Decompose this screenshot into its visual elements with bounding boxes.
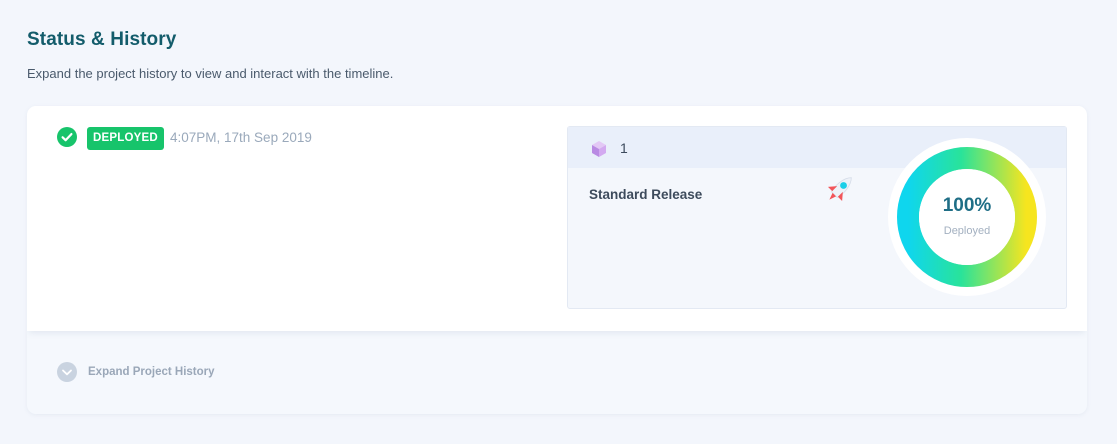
progress-value: 100% — [942, 195, 992, 216]
expand-project-history-label: Expand Project History — [88, 366, 215, 378]
deployment-summary: DEPLOYED 4:07PM, 17th Sep 2019 1 Standar… — [27, 106, 1087, 331]
release-panel: 1 Standard Release 100% Deployed — [567, 126, 1067, 309]
progress-label: Deployed — [943, 225, 991, 237]
release-name: Standard Release — [589, 187, 703, 202]
page-title: Status & History — [27, 29, 177, 50]
page-subtitle: Expand the project history to view and i… — [27, 66, 394, 81]
release-number: 1 — [620, 140, 628, 156]
progress-ring — [888, 138, 1046, 296]
deployment-progress-donut: 100% Deployed — [887, 137, 1047, 297]
check-circle-icon — [57, 127, 77, 147]
chevron-down-icon — [57, 362, 77, 382]
rocket-icon — [827, 177, 852, 202]
deployment-timestamp: 4:07PM, 17th Sep 2019 — [170, 130, 312, 145]
status-card: DEPLOYED 4:07PM, 17th Sep 2019 1 Standar… — [27, 106, 1087, 414]
expand-project-history-button[interactable]: Expand Project History — [57, 362, 215, 382]
cube-icon — [592, 141, 606, 157]
status-badge: DEPLOYED — [87, 127, 164, 150]
